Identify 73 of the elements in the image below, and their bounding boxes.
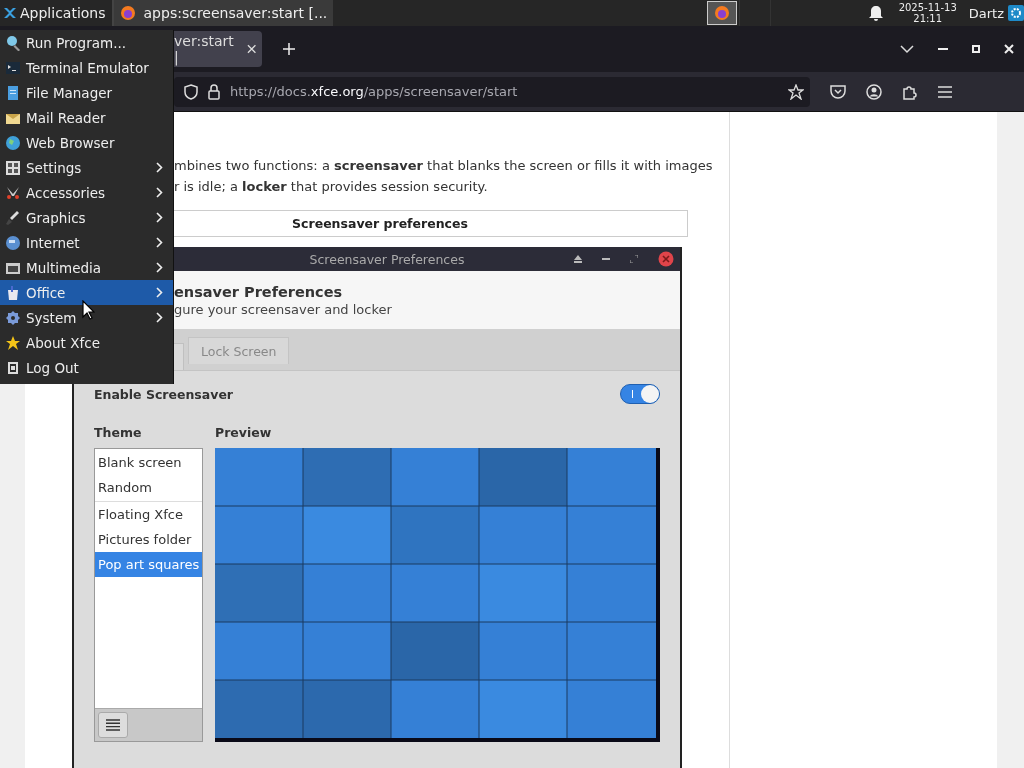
minimize-icon[interactable] <box>938 47 948 51</box>
puzzle-icon[interactable] <box>902 83 918 100</box>
menu-item[interactable]: System <box>0 305 173 330</box>
bell-icon[interactable] <box>868 5 883 21</box>
window-button[interactable]: apps:screensaver:start [... <box>111 0 334 26</box>
dialog-subtitle: gure your screensaver and locker <box>174 301 393 317</box>
new-tab-icon[interactable] <box>282 42 296 56</box>
account-icon[interactable] <box>866 83 882 100</box>
document-icon <box>5 84 21 101</box>
chevron-right-icon <box>156 212 163 223</box>
menu-item[interactable]: Run Program... <box>0 30 173 55</box>
menu-item[interactable]: Web Browser <box>0 130 173 155</box>
dialog-heading: ensaver Preferences <box>174 283 344 300</box>
fox-icon <box>713 5 730 21</box>
menu-item[interactable]: Multimedia <box>0 255 173 280</box>
dialog-title: Screensaver Preferences <box>309 251 465 267</box>
menu-icon[interactable] <box>938 85 952 98</box>
chevron-right-icon <box>156 162 163 173</box>
chevron-right-icon <box>156 287 163 298</box>
theme-list-item[interactable]: Pop art squares <box>95 552 202 577</box>
gear-icon[interactable] <box>1008 5 1024 21</box>
chevron-down-icon[interactable] <box>900 44 914 54</box>
menu-item[interactable]: Terminal Emulator <box>0 55 173 80</box>
pocket-icon[interactable] <box>830 84 846 99</box>
workspace-button[interactable] <box>706 1 737 25</box>
gear-icon <box>5 309 21 326</box>
logout-icon <box>5 359 21 376</box>
toggle-switch[interactable] <box>620 384 660 404</box>
star-icon <box>5 334 21 351</box>
cup-icon <box>5 284 21 301</box>
theme-list-item[interactable]: Blank screen <box>95 450 202 475</box>
fox-icon <box>119 5 136 21</box>
intro-text: r is idle; a locker that provides session security. <box>174 178 489 196</box>
brush-icon <box>5 209 21 226</box>
menu-item[interactable]: Mail Reader <box>0 105 173 130</box>
theme-list-item[interactable]: Pictures folder <box>95 527 202 552</box>
close-icon[interactable] <box>246 44 256 54</box>
chevron-right-icon <box>156 262 163 273</box>
shield-icon[interactable] <box>184 83 198 100</box>
close-icon[interactable] <box>1004 44 1014 54</box>
section-label: Theme <box>94 425 143 440</box>
star-icon[interactable] <box>788 83 804 100</box>
maximize-icon[interactable] <box>972 45 980 53</box>
menu-item[interactable]: Office <box>0 280 173 305</box>
menu-item[interactable]: Settings <box>0 155 173 180</box>
intro-text: mbines two functions: a screensaver that blanks the screen or fills it with images <box>174 157 714 175</box>
globe-icon <box>5 134 21 151</box>
setting-label: Enable Screensaver <box>94 386 234 402</box>
section-label: Preview <box>215 425 273 440</box>
clock-time: 21:11 <box>913 13 943 24</box>
list-icon <box>106 719 120 731</box>
menu-item[interactable]: About Xfce <box>0 330 173 355</box>
user-name[interactable]: Dartz <box>968 5 1004 21</box>
url-field[interactable]: https://docs.xfce.org/apps/screensaver/start <box>174 76 810 107</box>
menu-item[interactable]: Log Out <box>0 355 173 380</box>
chevron-right-icon <box>156 237 163 248</box>
cursor-icon <box>82 300 95 320</box>
clock-date: 2025-11-13 <box>898 2 957 13</box>
theme-list-item[interactable]: Floating Xfce <box>95 502 202 527</box>
restore-icon[interactable] <box>630 255 638 263</box>
grid-icon <box>5 159 21 176</box>
list-menu-button[interactable] <box>98 712 128 738</box>
globe-icon <box>5 234 21 251</box>
eject-icon[interactable] <box>574 255 582 263</box>
terminal-icon <box>5 59 21 76</box>
magnifier-icon <box>5 34 21 51</box>
lock-icon[interactable] <box>208 83 220 100</box>
menu-item[interactable]: Accessories <box>0 180 173 205</box>
chevron-right-icon <box>156 187 163 198</box>
theme-list-item[interactable]: Random <box>95 475 202 500</box>
browser-tab[interactable]: ver:start | <box>174 31 262 67</box>
menu-item[interactable]: File Manager <box>0 80 173 105</box>
chevron-right-icon <box>156 312 163 323</box>
